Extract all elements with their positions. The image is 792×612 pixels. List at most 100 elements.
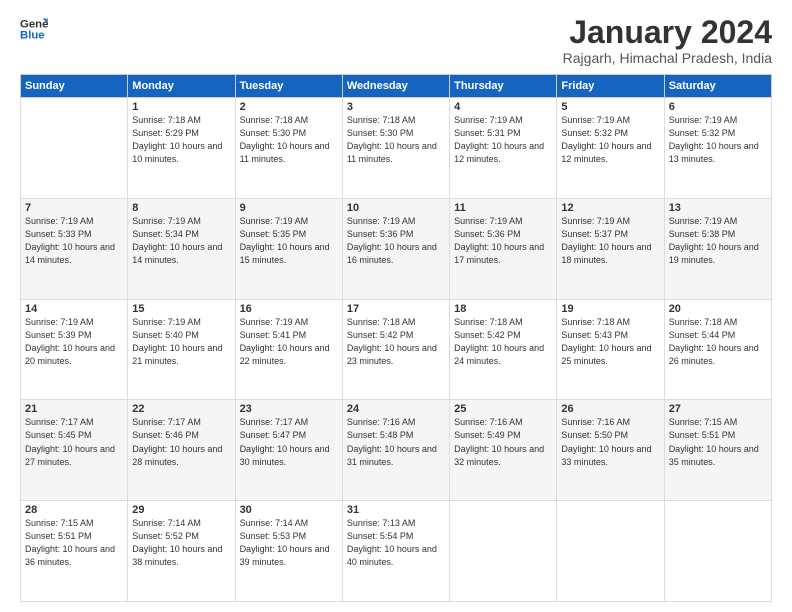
- day-info: Sunrise: 7:15 AMSunset: 5:51 PMDaylight:…: [25, 517, 123, 569]
- week-row-3: 14Sunrise: 7:19 AMSunset: 5:39 PMDayligh…: [21, 299, 772, 400]
- header-monday: Monday: [128, 75, 235, 98]
- week-row-5: 28Sunrise: 7:15 AMSunset: 5:51 PMDayligh…: [21, 501, 772, 602]
- table-row: [557, 501, 664, 602]
- table-row: 22Sunrise: 7:17 AMSunset: 5:46 PMDayligh…: [128, 400, 235, 501]
- table-row: 10Sunrise: 7:19 AMSunset: 5:36 PMDayligh…: [342, 198, 449, 299]
- day-number: 14: [25, 303, 123, 315]
- table-row: 31Sunrise: 7:13 AMSunset: 5:54 PMDayligh…: [342, 501, 449, 602]
- day-info: Sunrise: 7:17 AMSunset: 5:47 PMDaylight:…: [240, 416, 338, 468]
- day-number: 16: [240, 303, 338, 315]
- day-info: Sunrise: 7:19 AMSunset: 5:40 PMDaylight:…: [132, 316, 230, 368]
- table-row: 9Sunrise: 7:19 AMSunset: 5:35 PMDaylight…: [235, 198, 342, 299]
- day-info: Sunrise: 7:17 AMSunset: 5:45 PMDaylight:…: [25, 416, 123, 468]
- day-info: Sunrise: 7:19 AMSunset: 5:31 PMDaylight:…: [454, 114, 552, 166]
- table-row: 12Sunrise: 7:19 AMSunset: 5:37 PMDayligh…: [557, 198, 664, 299]
- day-info: Sunrise: 7:18 AMSunset: 5:44 PMDaylight:…: [669, 316, 767, 368]
- day-info: Sunrise: 7:16 AMSunset: 5:49 PMDaylight:…: [454, 416, 552, 468]
- table-row: 30Sunrise: 7:14 AMSunset: 5:53 PMDayligh…: [235, 501, 342, 602]
- day-info: Sunrise: 7:19 AMSunset: 5:36 PMDaylight:…: [347, 215, 445, 267]
- table-row: 18Sunrise: 7:18 AMSunset: 5:42 PMDayligh…: [450, 299, 557, 400]
- table-row: 21Sunrise: 7:17 AMSunset: 5:45 PMDayligh…: [21, 400, 128, 501]
- day-number: 4: [454, 101, 552, 113]
- day-info: Sunrise: 7:18 AMSunset: 5:30 PMDaylight:…: [240, 114, 338, 166]
- header-tuesday: Tuesday: [235, 75, 342, 98]
- table-row: [21, 98, 128, 199]
- table-row: 17Sunrise: 7:18 AMSunset: 5:42 PMDayligh…: [342, 299, 449, 400]
- day-info: Sunrise: 7:19 AMSunset: 5:38 PMDaylight:…: [669, 215, 767, 267]
- title-block: January 2024 Rajgarh, Himachal Pradesh, …: [563, 15, 772, 66]
- day-number: 9: [240, 202, 338, 214]
- svg-text:General: General: [20, 18, 48, 30]
- day-info: Sunrise: 7:19 AMSunset: 5:35 PMDaylight:…: [240, 215, 338, 267]
- table-row: 25Sunrise: 7:16 AMSunset: 5:49 PMDayligh…: [450, 400, 557, 501]
- day-info: Sunrise: 7:18 AMSunset: 5:43 PMDaylight:…: [561, 316, 659, 368]
- header-saturday: Saturday: [664, 75, 771, 98]
- day-info: Sunrise: 7:16 AMSunset: 5:50 PMDaylight:…: [561, 416, 659, 468]
- table-row: 4Sunrise: 7:19 AMSunset: 5:31 PMDaylight…: [450, 98, 557, 199]
- table-row: 1Sunrise: 7:18 AMSunset: 5:29 PMDaylight…: [128, 98, 235, 199]
- table-row: 20Sunrise: 7:18 AMSunset: 5:44 PMDayligh…: [664, 299, 771, 400]
- day-number: 25: [454, 403, 552, 415]
- table-row: 26Sunrise: 7:16 AMSunset: 5:50 PMDayligh…: [557, 400, 664, 501]
- day-number: 8: [132, 202, 230, 214]
- day-number: 21: [25, 403, 123, 415]
- day-number: 7: [25, 202, 123, 214]
- day-number: 11: [454, 202, 552, 214]
- month-year-title: January 2024: [563, 15, 772, 50]
- week-row-1: 1Sunrise: 7:18 AMSunset: 5:29 PMDaylight…: [21, 98, 772, 199]
- day-info: Sunrise: 7:19 AMSunset: 5:41 PMDaylight:…: [240, 316, 338, 368]
- table-row: 6Sunrise: 7:19 AMSunset: 5:32 PMDaylight…: [664, 98, 771, 199]
- calendar-table: Sunday Monday Tuesday Wednesday Thursday…: [20, 74, 772, 602]
- table-row: 5Sunrise: 7:19 AMSunset: 5:32 PMDaylight…: [557, 98, 664, 199]
- logo-icon: General Blue: [20, 15, 48, 43]
- day-info: Sunrise: 7:19 AMSunset: 5:34 PMDaylight:…: [132, 215, 230, 267]
- day-info: Sunrise: 7:19 AMSunset: 5:33 PMDaylight:…: [25, 215, 123, 267]
- day-number: 2: [240, 101, 338, 113]
- day-number: 18: [454, 303, 552, 315]
- day-info: Sunrise: 7:19 AMSunset: 5:39 PMDaylight:…: [25, 316, 123, 368]
- day-number: 6: [669, 101, 767, 113]
- day-number: 13: [669, 202, 767, 214]
- day-number: 10: [347, 202, 445, 214]
- table-row: 19Sunrise: 7:18 AMSunset: 5:43 PMDayligh…: [557, 299, 664, 400]
- day-number: 31: [347, 504, 445, 516]
- header-friday: Friday: [557, 75, 664, 98]
- day-info: Sunrise: 7:19 AMSunset: 5:32 PMDaylight:…: [561, 114, 659, 166]
- day-number: 1: [132, 101, 230, 113]
- table-row: 14Sunrise: 7:19 AMSunset: 5:39 PMDayligh…: [21, 299, 128, 400]
- table-row: 29Sunrise: 7:14 AMSunset: 5:52 PMDayligh…: [128, 501, 235, 602]
- day-info: Sunrise: 7:19 AMSunset: 5:36 PMDaylight:…: [454, 215, 552, 267]
- logo: General Blue: [20, 15, 48, 43]
- day-info: Sunrise: 7:18 AMSunset: 5:42 PMDaylight:…: [454, 316, 552, 368]
- table-row: 16Sunrise: 7:19 AMSunset: 5:41 PMDayligh…: [235, 299, 342, 400]
- day-number: 5: [561, 101, 659, 113]
- day-info: Sunrise: 7:15 AMSunset: 5:51 PMDaylight:…: [669, 416, 767, 468]
- day-number: 17: [347, 303, 445, 315]
- week-row-4: 21Sunrise: 7:17 AMSunset: 5:45 PMDayligh…: [21, 400, 772, 501]
- table-row: 11Sunrise: 7:19 AMSunset: 5:36 PMDayligh…: [450, 198, 557, 299]
- day-number: 29: [132, 504, 230, 516]
- table-row: 8Sunrise: 7:19 AMSunset: 5:34 PMDaylight…: [128, 198, 235, 299]
- table-row: 15Sunrise: 7:19 AMSunset: 5:40 PMDayligh…: [128, 299, 235, 400]
- day-info: Sunrise: 7:14 AMSunset: 5:53 PMDaylight:…: [240, 517, 338, 569]
- day-number: 12: [561, 202, 659, 214]
- table-row: 28Sunrise: 7:15 AMSunset: 5:51 PMDayligh…: [21, 501, 128, 602]
- day-number: 24: [347, 403, 445, 415]
- table-row: 27Sunrise: 7:15 AMSunset: 5:51 PMDayligh…: [664, 400, 771, 501]
- day-info: Sunrise: 7:19 AMSunset: 5:32 PMDaylight:…: [669, 114, 767, 166]
- day-info: Sunrise: 7:18 AMSunset: 5:42 PMDaylight:…: [347, 316, 445, 368]
- page-header: General Blue January 2024 Rajgarh, Himac…: [20, 15, 772, 66]
- day-number: 30: [240, 504, 338, 516]
- day-number: 22: [132, 403, 230, 415]
- day-number: 23: [240, 403, 338, 415]
- day-info: Sunrise: 7:19 AMSunset: 5:37 PMDaylight:…: [561, 215, 659, 267]
- table-row: 7Sunrise: 7:19 AMSunset: 5:33 PMDaylight…: [21, 198, 128, 299]
- table-row: 24Sunrise: 7:16 AMSunset: 5:48 PMDayligh…: [342, 400, 449, 501]
- location-subtitle: Rajgarh, Himachal Pradesh, India: [563, 50, 772, 66]
- day-number: 27: [669, 403, 767, 415]
- header-wednesday: Wednesday: [342, 75, 449, 98]
- day-number: 19: [561, 303, 659, 315]
- table-row: 2Sunrise: 7:18 AMSunset: 5:30 PMDaylight…: [235, 98, 342, 199]
- day-info: Sunrise: 7:17 AMSunset: 5:46 PMDaylight:…: [132, 416, 230, 468]
- table-row: 13Sunrise: 7:19 AMSunset: 5:38 PMDayligh…: [664, 198, 771, 299]
